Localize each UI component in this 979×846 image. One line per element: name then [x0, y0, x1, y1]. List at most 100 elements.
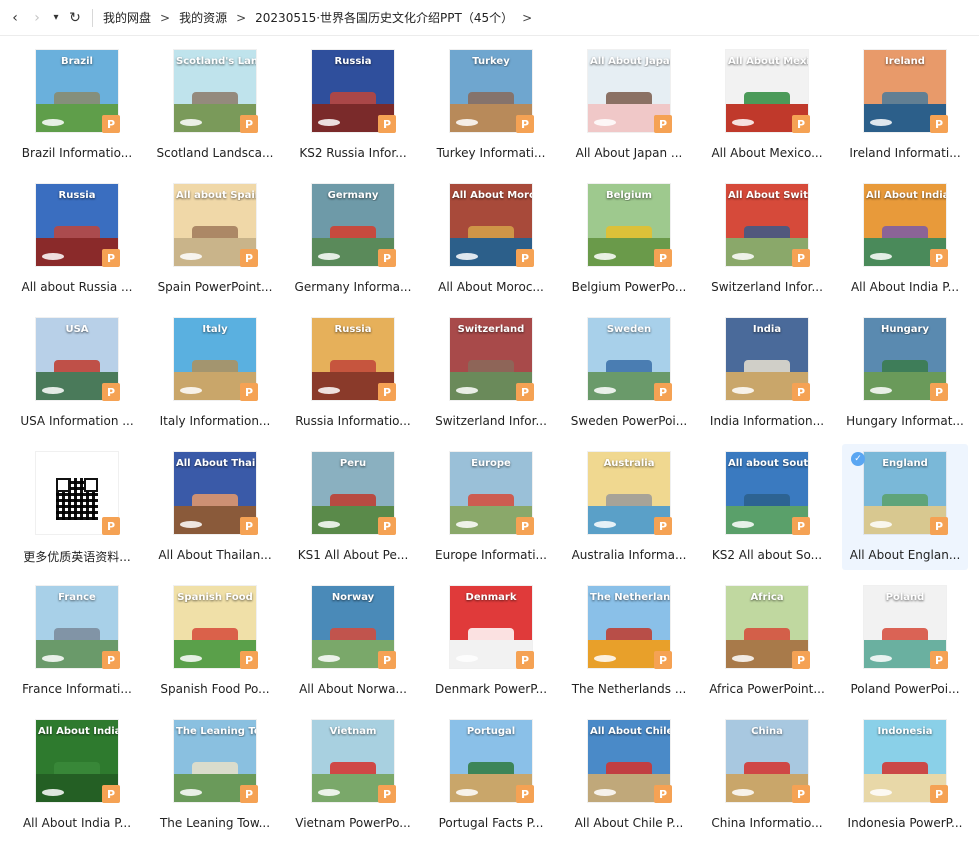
file-item[interactable]: Spanish Food P Spanish Food Po... — [152, 578, 278, 704]
file-item[interactable]: Belgium P Belgium PowerPo... — [566, 176, 692, 302]
brand-logo-icon — [456, 789, 478, 796]
thumbnail-title: France — [58, 592, 96, 603]
file-item[interactable]: All about Spain P Spain PowerPoint... — [152, 176, 278, 302]
brand-logo-icon — [732, 655, 754, 662]
selected-check-icon[interactable]: ✓ — [851, 452, 865, 466]
file-item[interactable]: India P India Information... — [704, 310, 830, 436]
file-item[interactable]: Vietnam P Vietnam PowerPo... — [290, 712, 416, 838]
file-name: Hungary Informat... — [846, 414, 964, 428]
file-item[interactable]: Europe P Europe Informati... — [428, 444, 554, 570]
file-item[interactable]: Ireland P Ireland Informati... — [842, 42, 968, 168]
file-item[interactable]: All About Japan P All About Japan ... — [566, 42, 692, 168]
brand-logo-icon — [456, 655, 478, 662]
file-name: Spain PowerPoint... — [157, 280, 273, 294]
file-item[interactable]: P 更多优质英语资料... — [14, 444, 140, 570]
thumbnail-title: Germany — [327, 190, 379, 201]
file-item[interactable]: Peru P KS1 All About Pe... — [290, 444, 416, 570]
file-item[interactable]: The Leaning Tower of Pisa P The Leaning To… — [152, 712, 278, 838]
back-button[interactable]: ‹ — [4, 6, 26, 30]
brand-logo-icon — [870, 789, 892, 796]
breadcrumb-expand-chevron[interactable]: > — [522, 11, 532, 25]
file-item[interactable]: All about South Korea P KS2 All about So..… — [704, 444, 830, 570]
thumbnail-title: Turkey — [472, 56, 510, 67]
file-item[interactable]: Norway P All About Norwa... — [290, 578, 416, 704]
file-name: Indonesia PowerP... — [847, 816, 963, 830]
brand-logo-icon — [318, 387, 340, 394]
file-name: All About Moroc... — [438, 280, 544, 294]
file-item[interactable]: Sweden P Sweden PowerPoi... — [566, 310, 692, 436]
file-item[interactable]: Scotland's Landscape P Scotland Landsca... — [152, 42, 278, 168]
file-item[interactable]: All About India P All About India P... — [14, 712, 140, 838]
breadcrumb-item-root[interactable]: 我的网盘 — [103, 9, 151, 26]
refresh-button[interactable]: ↻ — [64, 6, 86, 30]
file-name: All About Chile P... — [574, 816, 684, 830]
brand-logo-icon — [42, 655, 64, 662]
file-item[interactable]: Germany P Germany Informa... — [290, 176, 416, 302]
file-item[interactable]: China P China Informatio... — [704, 712, 830, 838]
brand-logo-icon — [180, 521, 202, 528]
file-name: Denmark PowerP... — [434, 682, 548, 696]
breadcrumb-item-current-folder[interactable]: 20230515·世界各国历史文化介绍PPT（45个） — [255, 9, 513, 26]
file-item[interactable]: Russia P Russia Informatio... — [290, 310, 416, 436]
file-name: The Netherlands ... — [571, 682, 687, 696]
file-item[interactable]: Africa P Africa PowerPoint... — [704, 578, 830, 704]
file-item[interactable]: Indonesia P Indonesia PowerP... — [842, 712, 968, 838]
brand-logo-icon — [318, 789, 340, 796]
file-name: 更多优质英语资料... — [23, 550, 131, 564]
file-name: All About Englan... — [849, 548, 961, 562]
file-item[interactable]: All About Switzerland P Switzerland Infor.… — [704, 176, 830, 302]
file-item[interactable]: USA P USA Information ... — [14, 310, 140, 436]
brand-logo-icon — [42, 789, 64, 796]
brand-logo-icon — [456, 521, 478, 528]
thumbnail-title: All about Spain — [176, 190, 256, 201]
file-item[interactable]: Italy P Italy Information... — [152, 310, 278, 436]
forward-button[interactable]: › — [26, 6, 48, 30]
thumbnail-title: All About Chile — [590, 726, 670, 737]
file-item[interactable]: Brazil P Brazil Informatio... — [14, 42, 140, 168]
thumbnail-title: Belgium — [606, 190, 652, 201]
file-name: China Informatio... — [711, 816, 823, 830]
file-item[interactable]: The Netherlands P The Netherlands ... — [566, 578, 692, 704]
brand-logo-icon — [180, 119, 202, 126]
file-item[interactable]: ✓ England P All About Englan... — [842, 444, 968, 570]
brand-logo-icon — [42, 119, 64, 126]
file-name: All About Mexico... — [711, 146, 823, 160]
powerpoint-file-icon: P — [654, 115, 672, 133]
breadcrumb-item-resources[interactable]: 我的资源 — [179, 9, 227, 26]
file-item[interactable]: All About India P All About India P... — [842, 176, 968, 302]
file-item[interactable]: Hungary P Hungary Informat... — [842, 310, 968, 436]
file-item[interactable]: Australia P Australia Informa... — [566, 444, 692, 570]
powerpoint-file-icon: P — [102, 383, 120, 401]
caret-down-icon: ▾ — [53, 12, 59, 23]
file-item[interactable]: Switzerland P Switzerland Infor... — [428, 310, 554, 436]
breadcrumb: 我的网盘 > 我的资源 > 20230515·世界各国历史文化介绍PPT（45个… — [103, 9, 541, 26]
thumbnail-title: The Leaning Tower of Pisa — [176, 726, 256, 737]
file-item[interactable]: Denmark P Denmark PowerP... — [428, 578, 554, 704]
powerpoint-file-icon: P — [516, 651, 534, 669]
file-item[interactable]: All About Mexico P All About Mexico... — [704, 42, 830, 168]
file-name: Ireland Informati... — [849, 146, 961, 160]
file-item[interactable]: Russia P KS2 Russia Infor... — [290, 42, 416, 168]
file-item[interactable]: Poland P Poland PowerPoi... — [842, 578, 968, 704]
chevron-left-icon: ‹ — [12, 9, 18, 26]
thumbnail-title: All About Japan — [590, 56, 670, 67]
powerpoint-file-icon: P — [378, 651, 396, 669]
history-dropdown-button[interactable]: ▾ — [48, 6, 64, 30]
brand-logo-icon — [456, 387, 478, 394]
thumbnail-title: Hungary — [881, 324, 929, 335]
file-item[interactable]: France P France Informati... — [14, 578, 140, 704]
powerpoint-file-icon: P — [792, 651, 810, 669]
brand-logo-icon — [456, 253, 478, 260]
file-item[interactable]: All About Morocco P All About Moroc... — [428, 176, 554, 302]
file-item[interactable]: All About Chile P All About Chile P... — [566, 712, 692, 838]
brand-logo-icon — [870, 655, 892, 662]
file-item[interactable]: Russia P All about Russia ... — [14, 176, 140, 302]
file-item[interactable]: Portugal P Portugal Facts P... — [428, 712, 554, 838]
file-item[interactable]: Turkey P Turkey Informati... — [428, 42, 554, 168]
powerpoint-file-icon: P — [654, 785, 672, 803]
powerpoint-file-icon: P — [930, 517, 948, 535]
thumbnail-title: Poland — [885, 592, 925, 603]
brand-logo-icon — [870, 119, 892, 126]
brand-logo-icon — [594, 387, 616, 394]
file-item[interactable]: All About Thailand P All About Thailan... — [152, 444, 278, 570]
